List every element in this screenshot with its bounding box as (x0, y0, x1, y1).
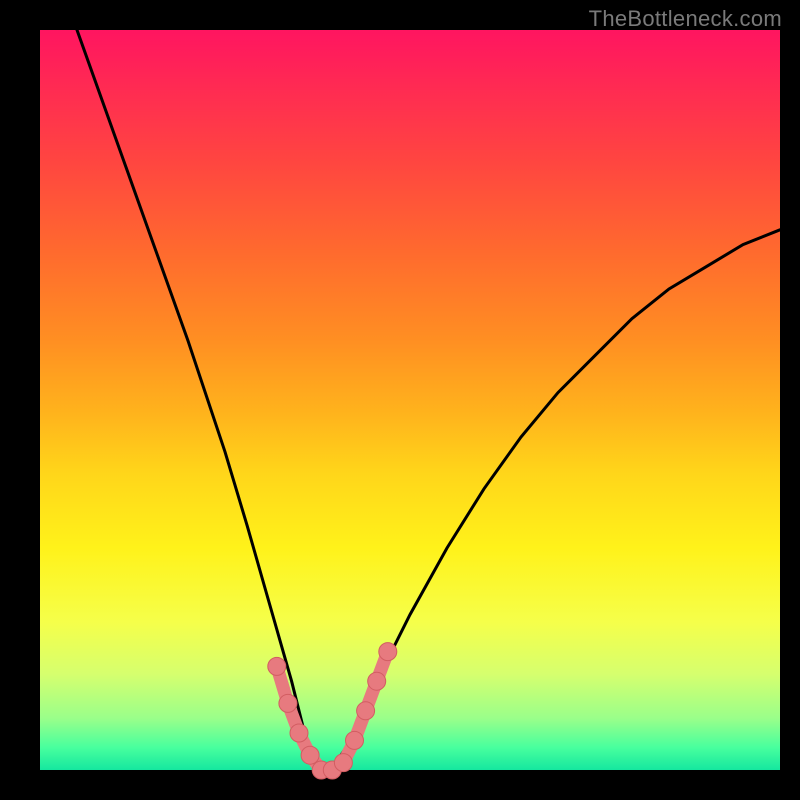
marker-dot (279, 694, 297, 712)
chart-overlay (40, 30, 780, 770)
chart-frame: TheBottleneck.com (0, 0, 800, 800)
marker-dot (379, 643, 397, 661)
marker-dot (346, 731, 364, 749)
marker-dot (368, 672, 386, 690)
marker-dot (357, 702, 375, 720)
marker-dot (301, 746, 319, 764)
watermark-text: TheBottleneck.com (589, 6, 782, 32)
marker-dot (334, 754, 352, 772)
marker-dot (268, 657, 286, 675)
bottleneck-curve (77, 30, 780, 770)
bottleneck-curve-path (77, 30, 780, 770)
marker-dot (290, 724, 308, 742)
